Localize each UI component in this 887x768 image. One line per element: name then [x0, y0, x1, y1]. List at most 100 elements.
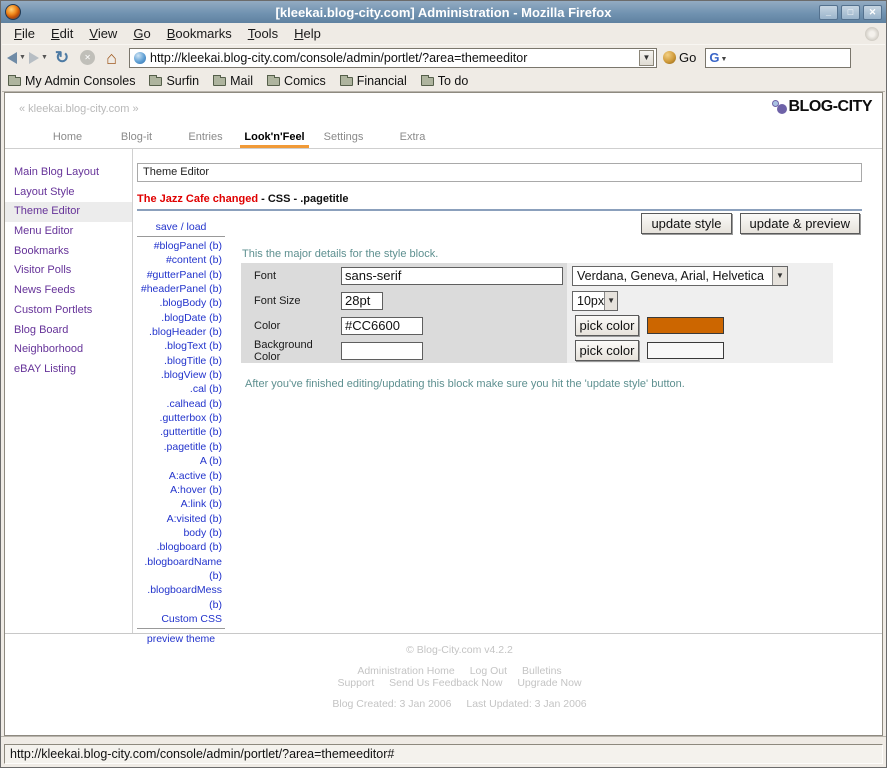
selector-link-blogheader[interactable]: .blogHeader (b): [137, 325, 225, 339]
chevron-down-icon[interactable]: ▼: [604, 292, 617, 310]
forward-arrow-icon: [29, 52, 39, 64]
tab-entries[interactable]: Entries: [171, 130, 240, 148]
selector-link-body[interactable]: body (b): [137, 526, 225, 540]
sidebar-item-news-feeds[interactable]: News Feeds: [5, 281, 132, 301]
sidebar-item-main-blog-layout[interactable]: Main Blog Layout: [5, 163, 132, 183]
selector-link-gutterbox[interactable]: .gutterbox (b): [137, 411, 225, 425]
sidebar-item-neighborhood[interactable]: Neighborhood: [5, 340, 132, 360]
go-button[interactable]: Go: [663, 50, 696, 65]
home-button[interactable]: ⌂: [102, 49, 121, 67]
selector-link-a-link[interactable]: A:link (b): [137, 497, 225, 511]
close-button[interactable]: ✕: [863, 5, 882, 20]
sidebar-item-blog-board[interactable]: Blog Board: [5, 321, 132, 341]
selector-link-blogboardname[interactable]: .blogboardName (b): [137, 555, 225, 584]
footer-link-administration-home[interactable]: Administration Home: [357, 665, 454, 677]
tab-blog-it[interactable]: Blog-it: [102, 130, 171, 148]
blog-created-label: Blog Created: 3 Jan 2006: [332, 698, 451, 710]
sidebar-item-theme-editor[interactable]: Theme Editor: [5, 202, 132, 222]
bookmark-comics[interactable]: Comics: [267, 74, 326, 88]
style-form: Font Verdana, Geneva, Arial, Helvetica ▼…: [241, 263, 833, 363]
selector-link-blogpanel[interactable]: #blogPanel (b): [137, 239, 225, 253]
selector-link-a[interactable]: A (b): [137, 454, 225, 468]
bookmark-financial[interactable]: Financial: [340, 74, 407, 88]
bookmarks-toolbar: My Admin Consoles Surfin Mail Comics Fin…: [2, 70, 885, 92]
font-size-input[interactable]: [341, 292, 383, 310]
chevron-down-icon[interactable]: ▼: [772, 267, 787, 285]
menu-bookmarks[interactable]: Bookmarks: [159, 26, 240, 41]
sidebar-item-ebay-listing[interactable]: eBAY Listing: [5, 360, 132, 380]
pick-background-color-button[interactable]: pick color: [575, 340, 639, 361]
footer-blog-dates: Blog Created: 3 Jan 2006 Last Updated: 3…: [37, 698, 882, 710]
font-family-select[interactable]: Verdana, Geneva, Arial, Helvetica ▼: [572, 266, 788, 286]
footer-link-send-us-feedback[interactable]: Send Us Feedback Now: [389, 677, 502, 689]
sidebar-item-visitor-polls[interactable]: Visitor Polls: [5, 261, 132, 281]
background-color-input[interactable]: [341, 342, 423, 360]
bookmark-mail[interactable]: Mail: [213, 74, 253, 88]
sidebar-item-custom-portlets[interactable]: Custom Portlets: [5, 301, 132, 321]
forward-dropdown-icon[interactable]: ▼: [41, 54, 48, 61]
footer-link-upgrade-now[interactable]: Upgrade Now: [517, 677, 581, 689]
selector-link-blogtext[interactable]: .blogText (b): [137, 339, 225, 353]
selector-link-a-visited[interactable]: A:visited (b): [137, 512, 225, 526]
font-input[interactable]: [341, 267, 563, 285]
url-bar[interactable]: ▼: [129, 48, 657, 68]
sidebar-item-bookmarks[interactable]: Bookmarks: [5, 242, 132, 262]
bookmark-surfin[interactable]: Surfin: [149, 74, 199, 88]
selector-link-blogtitle[interactable]: .blogTitle (b): [137, 354, 225, 368]
selector-link-gutterpanel[interactable]: #gutterPanel (b): [137, 268, 225, 282]
selector-link-a-active[interactable]: A:active (b): [137, 469, 225, 483]
url-dropdown-icon[interactable]: ▼: [639, 50, 654, 66]
minimize-button[interactable]: _: [819, 5, 838, 20]
selector-link-blogview[interactable]: .blogView (b): [137, 368, 225, 382]
selector-link-headerpanel[interactable]: #headerPanel (b): [137, 282, 225, 296]
selector-link-blogboardmess[interactable]: .blogboardMess (b): [137, 583, 225, 612]
sidebar-item-menu-editor[interactable]: Menu Editor: [5, 222, 132, 242]
update-preview-button[interactable]: update & preview: [740, 213, 860, 234]
pick-color-button[interactable]: pick color: [575, 315, 639, 336]
selector-link-blogbody[interactable]: .blogBody (b): [137, 296, 225, 310]
footer-link-support[interactable]: Support: [337, 677, 374, 689]
selector-link-cal[interactable]: .cal (b): [137, 382, 225, 396]
url-input[interactable]: [150, 51, 639, 65]
back-arrow-icon: [7, 52, 17, 64]
selector-link-calhead[interactable]: .calhead (b): [137, 397, 225, 411]
tab-home[interactable]: Home: [33, 130, 102, 148]
selector-link-a-hover[interactable]: A:hover (b): [137, 483, 225, 497]
stop-button[interactable]: ✕: [76, 50, 99, 65]
selector-link-blogboard[interactable]: .blogboard (b): [137, 540, 225, 554]
search-dropdown-icon[interactable]: ▼: [720, 56, 727, 63]
selector-link-pagetitle[interactable]: .pagetitle (b): [137, 440, 225, 454]
tab-settings[interactable]: Settings: [309, 130, 378, 148]
footer-link-log-out[interactable]: Log Out: [470, 665, 507, 677]
search-input[interactable]: [729, 51, 847, 65]
search-box[interactable]: G ▼: [705, 48, 851, 68]
reload-button[interactable]: ↻: [51, 49, 73, 66]
throbber-icon: [865, 27, 879, 41]
bookmark-to-do[interactable]: To do: [421, 74, 469, 88]
forward-button[interactable]: ▼: [29, 52, 48, 64]
selector-link-content[interactable]: #content (b): [137, 253, 225, 267]
selector-link-guttertitle[interactable]: .guttertitle (b): [137, 425, 225, 439]
selector-link-blogdate[interactable]: .blogDate (b): [137, 311, 225, 325]
go-icon: [663, 51, 676, 64]
tab-look-n-feel[interactable]: Look'n'Feel: [240, 130, 309, 148]
font-label: Font: [241, 270, 341, 282]
save-load-link[interactable]: save / load: [137, 221, 225, 237]
back-button[interactable]: ▼: [7, 52, 26, 64]
selector-link-custom-css[interactable]: Custom CSS: [137, 612, 225, 626]
menu-tools[interactable]: Tools: [240, 26, 286, 41]
menu-go[interactable]: Go: [125, 26, 158, 41]
sidebar-item-layout-style[interactable]: Layout Style: [5, 183, 132, 203]
menu-help[interactable]: Help: [286, 26, 329, 41]
tab-extra[interactable]: Extra: [378, 130, 447, 148]
maximize-button[interactable]: □: [841, 5, 860, 20]
color-input[interactable]: [341, 317, 423, 335]
bookmark-my-admin-consoles[interactable]: My Admin Consoles: [8, 74, 135, 88]
menu-file[interactable]: File: [6, 26, 43, 41]
font-size-select[interactable]: 10px ▼: [572, 291, 618, 311]
footer-link-bulletins[interactable]: Bulletins: [522, 665, 562, 677]
menu-edit[interactable]: Edit: [43, 26, 81, 41]
update-style-button[interactable]: update style: [641, 213, 731, 234]
back-dropdown-icon[interactable]: ▼: [19, 54, 26, 61]
menu-view[interactable]: View: [81, 26, 125, 41]
